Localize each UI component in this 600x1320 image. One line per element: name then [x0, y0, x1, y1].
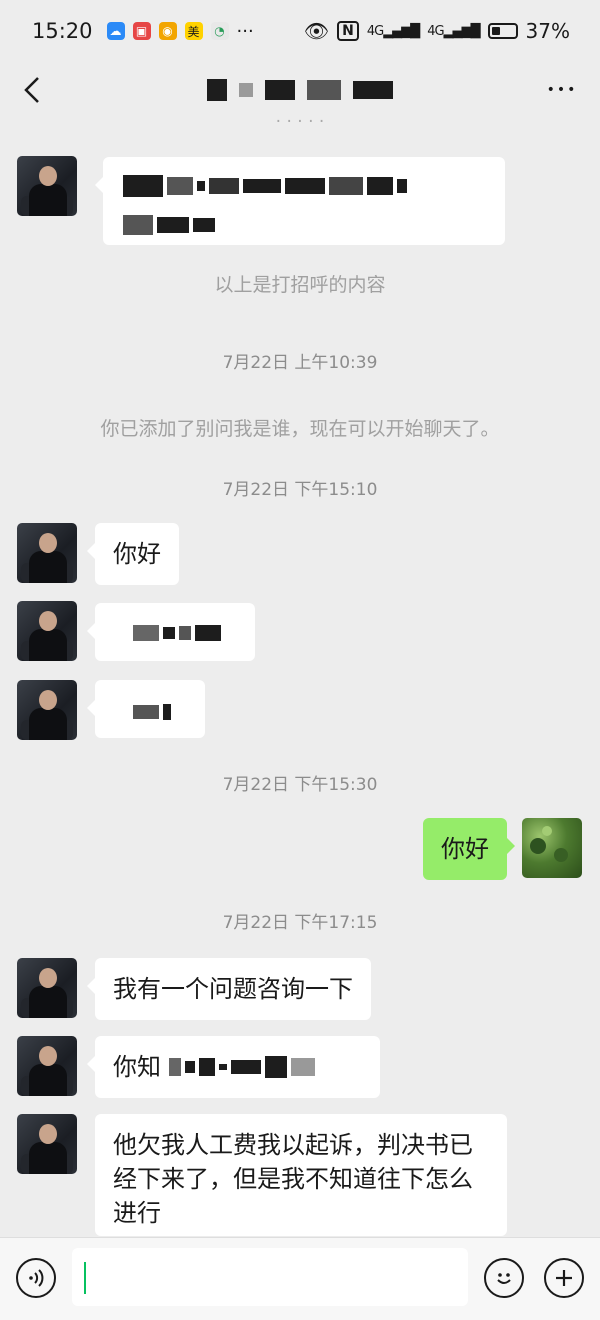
contact-avatar[interactable] [17, 958, 77, 1018]
redacted-text [123, 175, 407, 197]
redaction-block [265, 80, 295, 100]
voice-icon [29, 1269, 44, 1287]
contact-avatar[interactable] [17, 680, 77, 740]
my-avatar[interactable] [522, 818, 582, 878]
contact-avatar[interactable] [17, 601, 77, 661]
redaction-block [353, 81, 393, 99]
message-text: 他欠我人工费我以起诉，判决书已经下来了，但是我不知道往下怎么进行 [113, 1131, 473, 1227]
message-bubble-redacted[interactable] [95, 157, 505, 245]
signal-1: 4G▂▄▆█ [366, 23, 420, 39]
meituan-app-icon: 美 [184, 22, 203, 40]
more-button[interactable]: ••• [542, 70, 582, 110]
voice-button[interactable] [16, 1258, 56, 1298]
message-bubble[interactable]: 你知 [87, 1036, 380, 1098]
message-text: 你好 [441, 835, 489, 863]
chat-title-redacted [207, 79, 393, 101]
contact-avatar[interactable] [17, 523, 77, 583]
battery-percent: 37% [525, 19, 570, 43]
timestamp: 7月22日 下午17:15 [222, 913, 378, 933]
input-bar [0, 1237, 600, 1320]
redaction-block [239, 83, 253, 97]
contact-avatar[interactable] [17, 1114, 77, 1174]
more-notifications: ··· [236, 20, 254, 42]
message-bubble-redacted[interactable] [87, 680, 205, 738]
plus-button[interactable] [544, 1258, 584, 1298]
redaction-block [207, 79, 227, 101]
message-bubble-redacted[interactable] [87, 603, 255, 661]
status-right: 👁 N 4G▂▄▆█ 4G▂▄▆█ 37% [304, 19, 570, 43]
contact-avatar[interactable] [17, 1036, 77, 1096]
contact-avatar[interactable] [17, 156, 77, 216]
redacted-text [133, 625, 221, 641]
redaction-block [307, 80, 341, 100]
message-text: 我有一个问题咨询一下 [113, 975, 353, 1003]
cut-timestamp: · · · · · [275, 112, 325, 122]
message-bubble[interactable]: 你好 [87, 523, 179, 585]
back-button[interactable] [14, 70, 50, 110]
more-icon: ••• [546, 82, 578, 98]
eye-icon: 👁 [303, 19, 330, 43]
my-message-bubble[interactable]: 你好 [423, 818, 515, 880]
timestamp: 7月22日 下午15:10 [222, 480, 378, 500]
plus-icon [556, 1270, 572, 1286]
battery-icon [487, 23, 518, 39]
message-bubble[interactable]: 他欠我人工费我以起诉，判决书已经下来了，但是我不知道往下怎么进行 [95, 1114, 507, 1236]
message-text: 你好 [113, 540, 161, 568]
chevron-left-icon [24, 77, 39, 103]
status-bar: 15:20 ☁ ▣ ◉ 美 ◔ ··· 👁 N 4G▂▄▆█ 4G▂▄▆█ 37… [0, 0, 600, 62]
system-message: 你已添加了别问我是谁，现在可以开始聊天了。 [100, 418, 500, 440]
battery-fill [491, 27, 500, 35]
chat-header: ••• [0, 62, 600, 118]
status-left: 15:20 ☁ ▣ ◉ 美 ◔ ··· [32, 19, 254, 43]
status-time: 15:20 [32, 19, 93, 43]
signal-2-label: 4G [427, 23, 444, 39]
message-text: 你知 [113, 1053, 161, 1081]
message-input[interactable] [72, 1248, 468, 1306]
message-bubble[interactable]: 我有一个问题咨询一下 [87, 958, 371, 1020]
redacted-text [133, 704, 171, 720]
weibo-app-icon: ◉ [158, 22, 177, 40]
emoji-button[interactable] [484, 1258, 524, 1298]
chat-app-icon: ◔ [210, 22, 229, 40]
nfc-icon: N [337, 21, 359, 41]
greeting-note: 以上是打招呼的内容 [214, 274, 386, 296]
signal-1-label: 4G [366, 23, 384, 39]
text-cursor [84, 1262, 86, 1294]
signal-2: 4G▂▄▆█ [427, 23, 480, 39]
emoji-icon [497, 1273, 511, 1284]
weather-app-icon: ☁ [106, 22, 125, 40]
timestamp: 7月22日 下午15:30 [222, 775, 378, 795]
timestamp: 7月22日 上午10:39 [222, 353, 378, 373]
redacted-text [123, 215, 215, 235]
redacted-text [169, 1056, 315, 1078]
red-app-icon: ▣ [132, 22, 151, 40]
